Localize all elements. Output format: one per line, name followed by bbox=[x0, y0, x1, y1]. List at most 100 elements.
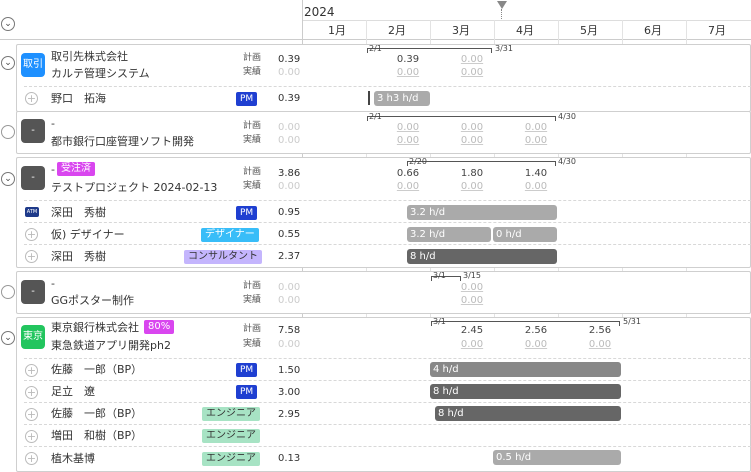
actual-total: 0.00 bbox=[278, 135, 301, 146]
client-name: - bbox=[51, 117, 55, 130]
actual-label: 実績 bbox=[243, 181, 262, 191]
year-label: 2024 bbox=[304, 5, 335, 19]
month-label: 1月 bbox=[328, 24, 346, 37]
range-start: 2/1 bbox=[369, 112, 382, 121]
client-avatar: - bbox=[21, 280, 45, 304]
expand-circle-icon[interactable] bbox=[1, 125, 15, 139]
collapse-chevron-icon[interactable]: ⌄ bbox=[1, 331, 15, 345]
status-badge: 受注済 bbox=[57, 162, 95, 176]
actual-month-value[interactable]: 0.00 bbox=[442, 68, 502, 78]
member-avatar: ATM bbox=[25, 207, 39, 217]
allocation-bar[interactable]: 8 h/d bbox=[435, 406, 621, 421]
member-name: 野口 拓海 bbox=[51, 92, 106, 105]
member-value: 0.55 bbox=[278, 229, 301, 240]
project-card[interactable] bbox=[16, 271, 751, 314]
actual-total: 0.00 bbox=[278, 67, 301, 78]
actual-month-value[interactable]: 0.00 bbox=[378, 182, 438, 192]
actual-month-value[interactable]: 0.00 bbox=[570, 340, 630, 350]
member-value: 0.39 bbox=[278, 93, 301, 104]
actual-month-value[interactable]: 0.00 bbox=[442, 182, 502, 192]
actual-label: 実績 bbox=[243, 339, 262, 349]
client-name: - bbox=[51, 277, 55, 290]
role-badge: PM bbox=[236, 92, 258, 106]
client-name: 取引先株式会社 bbox=[51, 50, 128, 63]
project-name[interactable]: 東急鉄道アプリ開発ph2 bbox=[51, 340, 171, 351]
member-value: 0.13 bbox=[278, 453, 301, 464]
actual-month-value[interactable]: 0.00 bbox=[506, 136, 566, 146]
member-value: 0.95 bbox=[278, 207, 301, 218]
add-member-icon[interactable]: + bbox=[25, 364, 38, 377]
actual-month-value[interactable]: 0.00 bbox=[506, 182, 566, 192]
add-member-icon[interactable]: + bbox=[25, 452, 38, 465]
actual-month-value[interactable]: 0.00 bbox=[378, 68, 438, 78]
timeline-header: ⌄ 2024 1月 2月 3月 4月 5月 6月 7月 bbox=[0, 0, 751, 40]
collapse-all-chevron-icon[interactable]: ⌄ bbox=[1, 17, 15, 31]
role-badge: エンジニア bbox=[202, 429, 260, 443]
role-badge: コンサルタント bbox=[184, 250, 262, 264]
client-avatar: 取引 bbox=[21, 53, 45, 77]
allocation-bar[interactable]: 4 h/d bbox=[430, 362, 621, 377]
month-header-row: 1月 2月 3月 4月 5月 6月 7月 bbox=[302, 20, 751, 40]
plan-month-value: 0.66 bbox=[396, 168, 420, 179]
range-end: 4/30 bbox=[558, 112, 576, 121]
role-badge: エンジニア bbox=[202, 407, 260, 421]
plan-label: 計画 bbox=[243, 167, 262, 177]
month-label: 7月 bbox=[708, 24, 726, 37]
actual-month-value[interactable]: 0.00 bbox=[442, 136, 502, 146]
actual-month-value[interactable]: 0.00 bbox=[442, 296, 502, 306]
member-name: 増田 和樹（BP） bbox=[51, 429, 143, 442]
role-badge: PM bbox=[236, 206, 258, 220]
actual-month-value[interactable]: 0.00 bbox=[378, 136, 438, 146]
drag-handle[interactable] bbox=[368, 91, 370, 105]
plan-month-value: 0.00 bbox=[460, 282, 484, 293]
allocation-bar[interactable]: 0.5 h/d bbox=[493, 450, 621, 465]
range-start: 2/20 bbox=[409, 157, 427, 166]
client-avatar: 東京 bbox=[21, 325, 45, 349]
project-range bbox=[407, 161, 556, 166]
add-member-icon[interactable]: + bbox=[25, 250, 38, 263]
plan-total: 0.00 bbox=[278, 122, 301, 133]
member-name: 佐藤 一郎（BP） bbox=[51, 407, 143, 420]
allocation-bar[interactable]: 3.2 h/d bbox=[407, 227, 491, 242]
project-name[interactable]: テストプロジェクト 2024-02-13 bbox=[51, 182, 217, 193]
add-member-icon[interactable]: + bbox=[25, 228, 38, 241]
allocation-bar[interactable]: 8 h/d bbox=[430, 384, 621, 399]
client-name: 東京銀行株式会社 bbox=[51, 321, 139, 334]
plan-label: 計画 bbox=[243, 324, 262, 334]
project-name[interactable]: GGポスター制作 bbox=[51, 295, 134, 306]
actual-total: 0.00 bbox=[278, 181, 301, 192]
role-badge: PM bbox=[236, 385, 258, 399]
project-name[interactable]: カルテ管理システム bbox=[51, 68, 150, 79]
plan-month-value: 0.39 bbox=[396, 54, 420, 65]
actual-label: 実績 bbox=[243, 295, 262, 305]
plan-month-value: 0.00 bbox=[524, 122, 548, 133]
range-end: 4/30 bbox=[558, 157, 576, 166]
allocation-bar[interactable]: 8 h/d bbox=[407, 249, 557, 264]
allocation-bar[interactable]: 0 h/d bbox=[493, 227, 557, 242]
allocation-bar[interactable]: 3 h3 h/d bbox=[374, 91, 430, 106]
add-member-icon[interactable]: + bbox=[25, 92, 38, 105]
plan-month-value: 2.56 bbox=[588, 325, 612, 336]
actual-month-value[interactable]: 0.00 bbox=[506, 340, 566, 350]
add-member-icon[interactable]: + bbox=[25, 430, 38, 443]
role-badge: デザイナー bbox=[201, 228, 259, 242]
plan-total: 0.39 bbox=[278, 54, 301, 65]
member-name: 植木基博 bbox=[51, 452, 95, 465]
today-marker-icon bbox=[497, 1, 507, 9]
project-name[interactable]: 都市銀行口座管理ソフト開発 bbox=[51, 136, 194, 147]
collapse-chevron-icon[interactable]: ⌄ bbox=[1, 56, 15, 70]
expand-circle-icon[interactable] bbox=[1, 285, 15, 299]
add-member-icon[interactable]: + bbox=[25, 408, 38, 421]
member-value: 2.95 bbox=[278, 409, 301, 420]
allocation-bar[interactable]: 3.2 h/d bbox=[407, 205, 557, 220]
member-name: 深田 秀樹 bbox=[51, 250, 106, 263]
role-badge: PM bbox=[236, 363, 258, 377]
range-end: 5/31 bbox=[623, 317, 641, 326]
add-member-icon[interactable]: + bbox=[25, 386, 38, 399]
collapse-chevron-icon[interactable]: ⌄ bbox=[1, 172, 15, 186]
plan-total: 0.00 bbox=[278, 282, 301, 293]
month-label: 4月 bbox=[516, 24, 534, 37]
actual-label: 実績 bbox=[243, 135, 262, 145]
actual-month-value[interactable]: 0.00 bbox=[442, 340, 502, 350]
plan-month-value: 1.40 bbox=[524, 168, 548, 179]
